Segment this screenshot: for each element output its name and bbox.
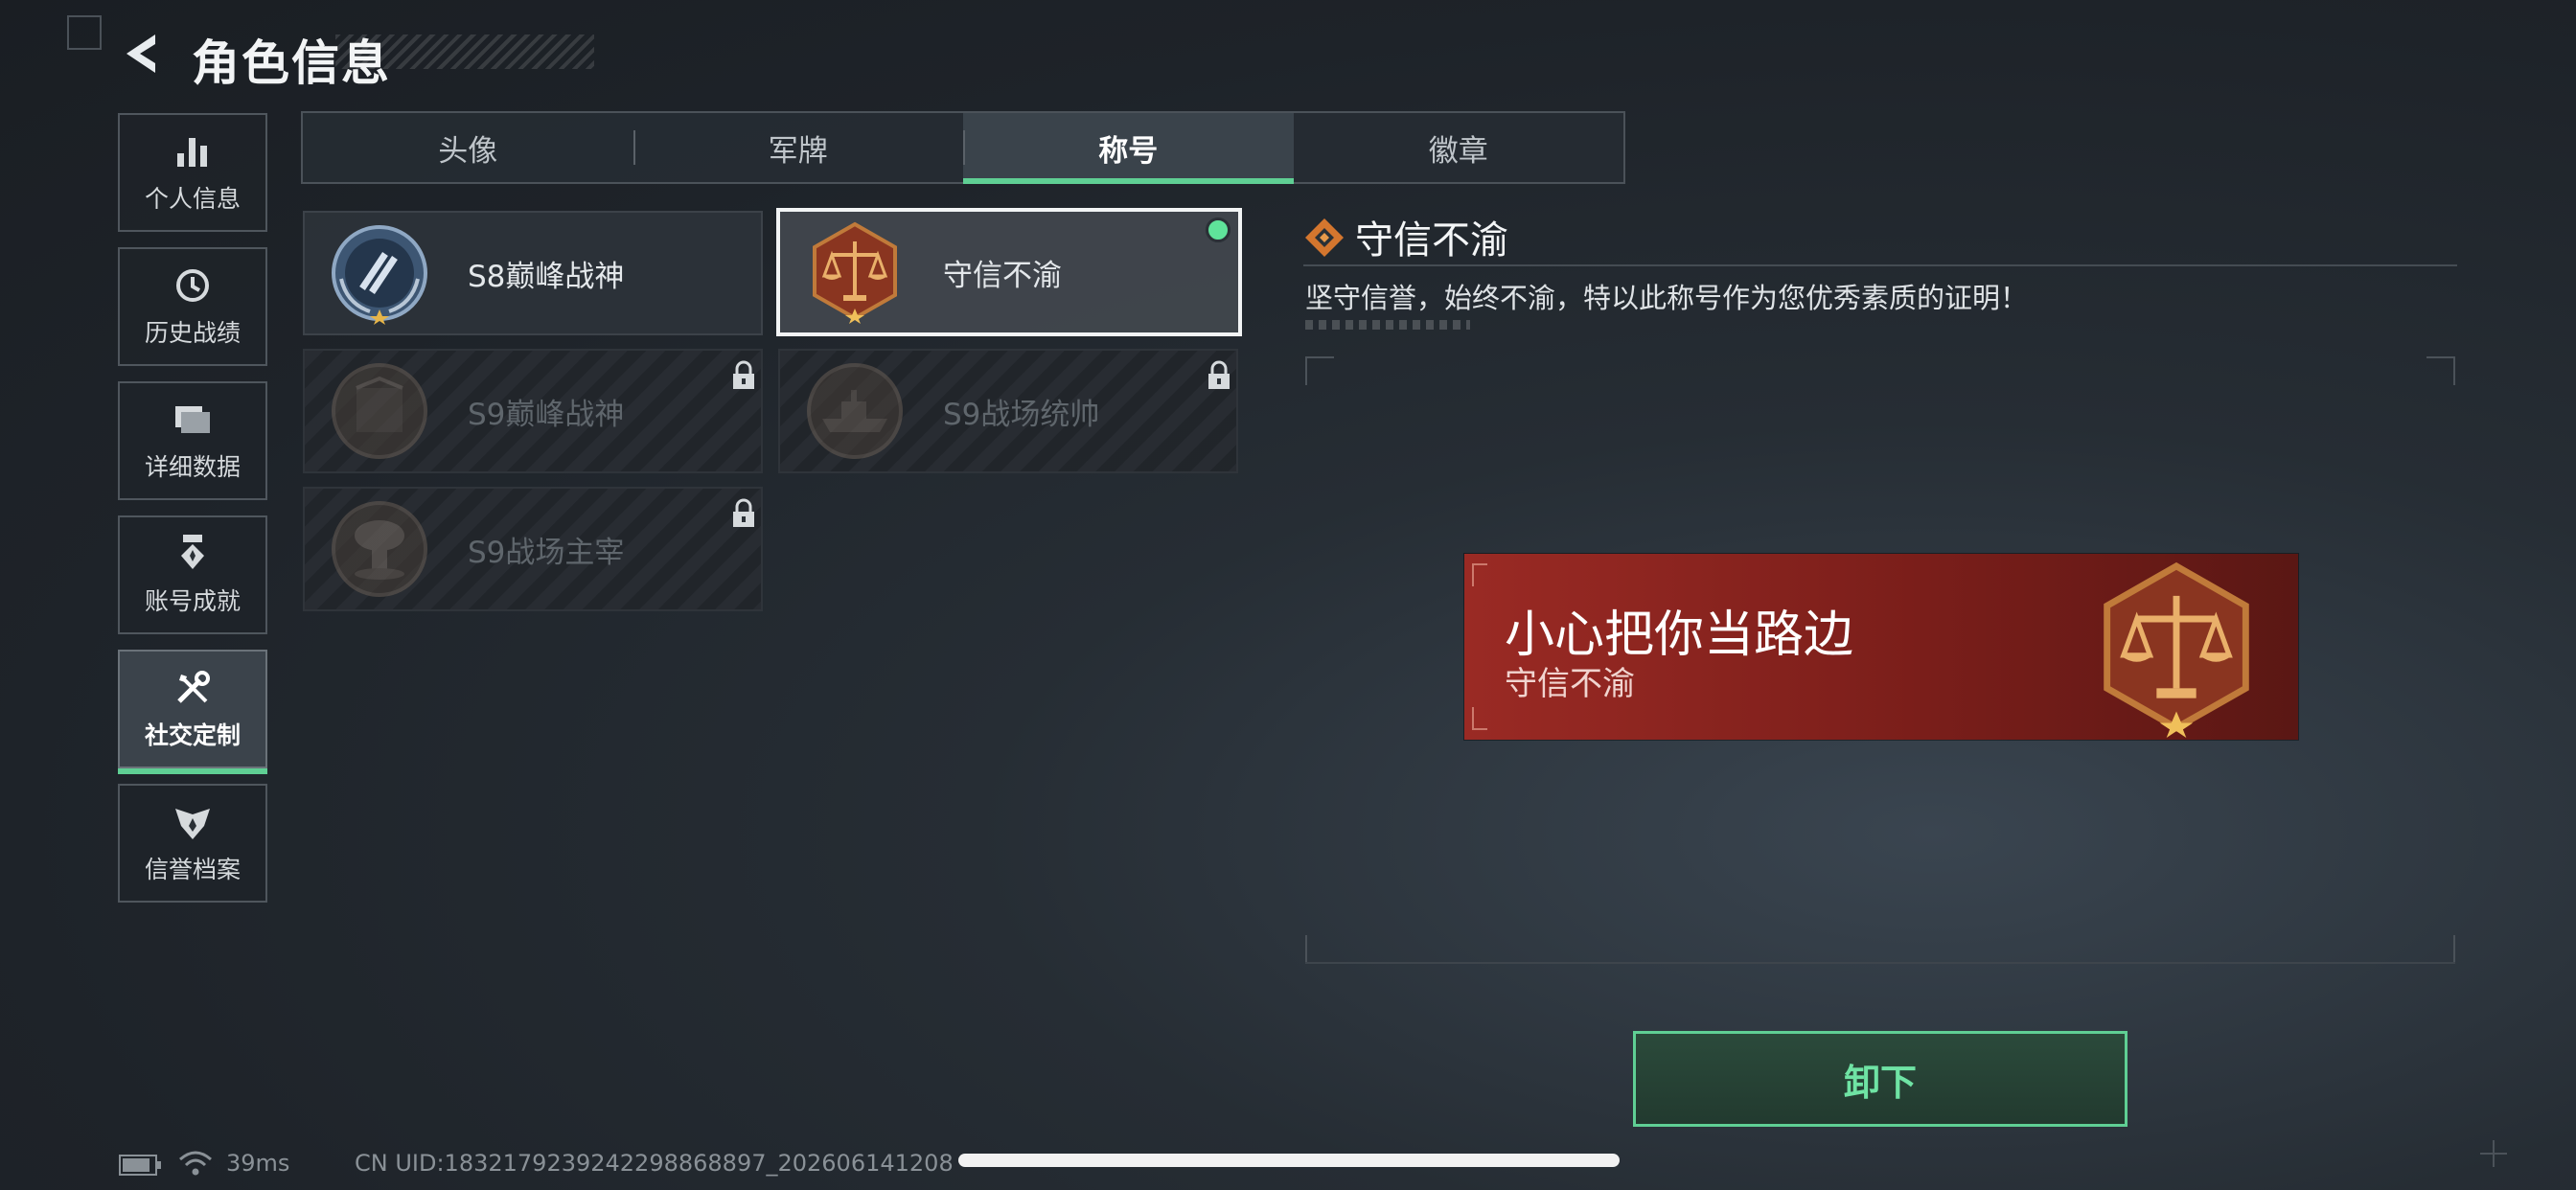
user-uid: CN UID:1832179239242298868897_2026061412… — [355, 1150, 954, 1177]
folder-icon — [175, 406, 210, 433]
title-card[interactable]: S8巅峰战神 — [303, 211, 763, 335]
s9-emblem-icon — [332, 363, 427, 459]
scales-emblem-icon — [2104, 561, 2249, 738]
detail-description: 坚守信誉，始终不渝，特以此称号作为您优秀素质的证明！ — [1305, 282, 2029, 314]
plus-mark-icon — [2480, 1140, 2507, 1167]
wrench-screwdriver-icon — [177, 671, 210, 703]
banner-player-name: 小心把你当路边 — [1505, 606, 1854, 664]
sidebar-item-label: 历史战绩 — [144, 319, 241, 347]
tab-dogtag[interactable]: 军牌 — [632, 113, 964, 182]
battery-icon — [119, 1155, 161, 1176]
sidebar-item-label: 账号成就 — [144, 587, 241, 615]
title-decoration — [335, 34, 594, 69]
title-name: S8巅峰战神 — [468, 259, 625, 294]
window-corner-box — [67, 15, 102, 50]
title-name: S9战场统帅 — [943, 397, 1100, 432]
title-name: 守信不渝 — [943, 258, 1062, 293]
warship-emblem-icon — [807, 363, 903, 459]
mushroom-cloud-emblem-icon — [332, 501, 427, 597]
achievement-medal-icon — [181, 535, 204, 569]
bar-chart-icon — [177, 138, 207, 167]
title-name: S9巅峰战神 — [468, 397, 625, 432]
sidebar-item-label: 个人信息 — [144, 185, 241, 213]
divider — [1303, 264, 2457, 266]
equipped-indicator — [1206, 217, 1230, 242]
preview-baseline — [1305, 962, 2455, 964]
s8-laurel-emblem-icon — [332, 225, 427, 325]
title-card-locked[interactable]: S9战场主宰 — [303, 487, 763, 611]
sidebar-item-personal-info[interactable]: 个人信息 — [118, 113, 267, 232]
sidebar-item-achievements[interactable]: 账号成就 — [118, 515, 267, 634]
title-name: S9战场主宰 — [468, 535, 625, 570]
diamond-title-icon — [1305, 218, 1344, 257]
category-tabs: 头像 军牌 称号 徽章 — [301, 111, 1625, 184]
title-banner-preview: 小心把你当路边 守信不渝 — [1464, 554, 2298, 740]
back-arrow-icon[interactable] — [117, 29, 167, 79]
shield-wings-icon — [175, 809, 210, 839]
tab-title[interactable]: 称号 — [963, 113, 1294, 184]
home-indicator[interactable] — [958, 1154, 1620, 1167]
tab-badge[interactable]: 徽章 — [1294, 113, 1624, 182]
unequip-button[interactable]: 卸下 — [1633, 1031, 2128, 1127]
sidebar-item-history[interactable]: 历史战绩 — [118, 247, 267, 366]
lock-icon — [1208, 360, 1230, 389]
sidebar-item-detailed-data[interactable]: 详细数据 — [118, 381, 267, 500]
sidebar-item-credit-record[interactable]: 信誉档案 — [118, 784, 267, 903]
sidebar-item-label: 社交定制 — [144, 721, 241, 749]
detail-title: 守信不渝 — [1355, 218, 1508, 263]
lock-icon — [733, 498, 754, 527]
title-card-locked[interactable]: S9巅峰战神 — [303, 349, 763, 473]
title-card-selected[interactable]: 守信不渝 — [776, 208, 1242, 336]
lock-icon — [733, 360, 754, 389]
scales-emblem-icon — [813, 221, 897, 324]
sidebar-item-label: 信誉档案 — [144, 856, 241, 883]
sidebar-item-label: 详细数据 — [144, 453, 241, 481]
history-clock-icon — [176, 269, 209, 302]
sidebar-item-social-custom[interactable]: 社交定制 — [118, 650, 267, 774]
tab-avatar[interactable]: 头像 — [303, 113, 633, 182]
decorative-dashes — [1305, 320, 1470, 330]
banner-title: 守信不渝 — [1505, 665, 1635, 703]
network-ping: 39ms — [226, 1150, 290, 1177]
wifi-icon — [179, 1151, 212, 1176]
title-card-locked[interactable]: S9战场统帅 — [778, 349, 1238, 473]
